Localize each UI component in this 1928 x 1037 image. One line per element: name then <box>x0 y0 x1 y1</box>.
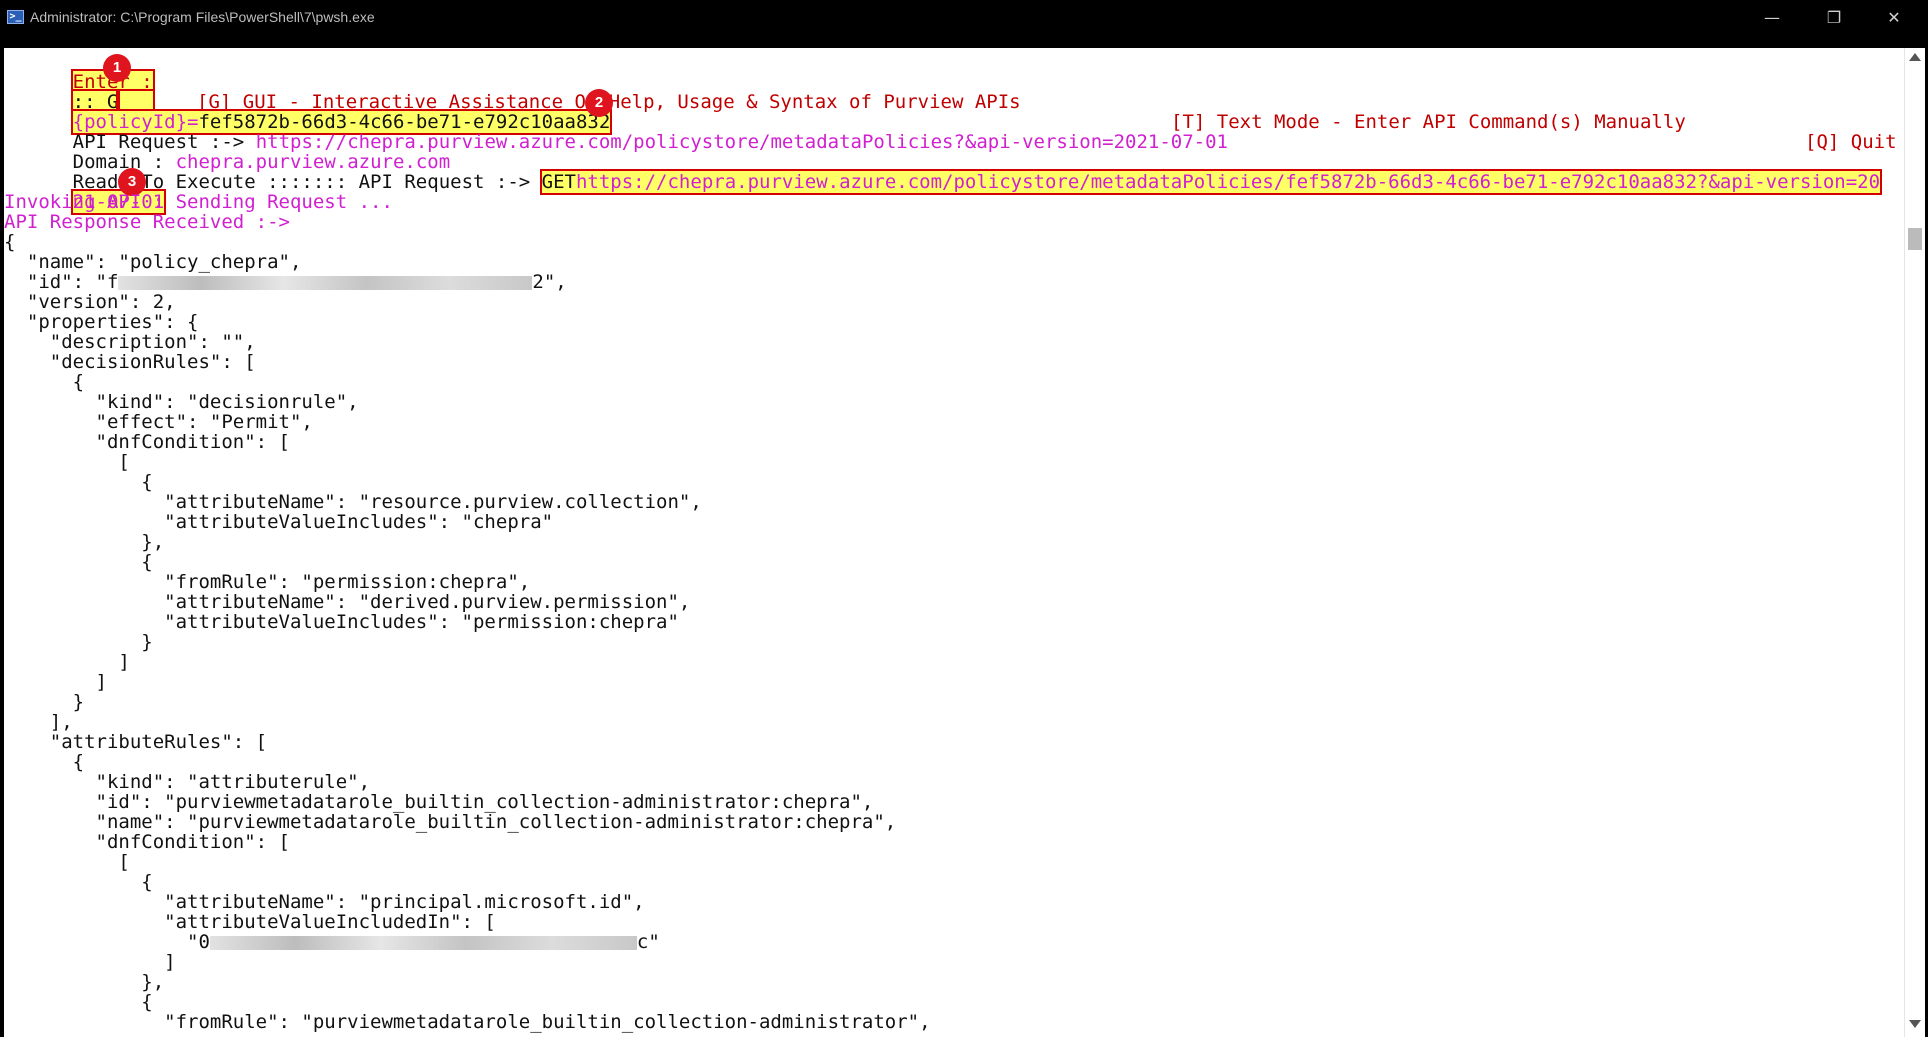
json-line: { <box>4 471 153 493</box>
json-line: "dnfCondition": [ <box>4 431 290 453</box>
json-line: ] <box>4 651 130 673</box>
json-line: ], <box>4 711 73 733</box>
json-line: "kind": "decisionrule", <box>4 391 359 413</box>
json-line: }, <box>4 531 165 553</box>
policy-param-line: {policyId}=fef5872b-66d3-4c66-be71-e792c… <box>4 92 613 135</box>
json-line: "attributeName": "principal.microsoft.id… <box>4 891 645 913</box>
json-line: "dnfCondition": [ <box>4 831 290 853</box>
json-line: "0 c" <box>4 932 660 952</box>
domain-line: Domain : chepra.purview.azure.com <box>4 132 451 172</box>
http-method: GET <box>541 171 576 193</box>
json-line: "effect": "Permit", <box>4 411 313 433</box>
response-line: API Response Received :-> <box>4 211 290 233</box>
terminal-output[interactable]: Enter : [G] GUI - Interactive Assistance… <box>4 48 1904 1037</box>
json-line: { <box>4 371 85 393</box>
invoking-line: Invoking API : Sending Request ... <box>4 191 393 213</box>
json-line: { <box>4 231 16 253</box>
json-line: { <box>4 751 85 773</box>
json-line: ] <box>4 671 107 693</box>
api-request-line: API Request :-> https://chepra.purview.a… <box>4 112 1228 152</box>
json-line: "kind": "attributerule", <box>4 771 371 793</box>
vertical-scrollbar[interactable] <box>1904 48 1925 1037</box>
json-principal-suffix: c" <box>636 931 660 953</box>
json-line: "description": "", <box>4 331 256 353</box>
json-line: "fromRule": "purviewmetadatarole_builtin… <box>4 1011 931 1033</box>
input-line: :: G <box>4 72 155 115</box>
json-line: "attributeValueIncludes": "permission:ch… <box>4 611 679 633</box>
json-id-prefix: "id": "f <box>4 271 119 293</box>
powershell-icon: >_ <box>7 10 24 24</box>
json-line: "attributeName": "derived.purview.permis… <box>4 591 691 613</box>
close-button[interactable]: ✕ <box>1866 0 1922 36</box>
json-line: ] <box>4 951 176 973</box>
callout-1: 1 <box>103 54 131 82</box>
final-url-part1: https://chepra.purview.azure.com/policys… <box>575 171 1881 193</box>
json-line: "id": "purviewmetadatarole_builtin_colle… <box>4 791 874 813</box>
json-line: "decisionRules": [ <box>4 351 256 373</box>
json-principal-prefix: "0 <box>4 931 210 953</box>
text-option: [T] Text Mode - Enter API Command(s) Man… <box>1171 111 1686 133</box>
json-line: { <box>4 551 153 573</box>
json-id-suffix: 2", <box>532 271 567 293</box>
json-line: { <box>4 871 153 893</box>
json-line: "name": "policy_chepra", <box>4 251 302 273</box>
ready-line: Ready To Execute ::::::: API Request :->… <box>4 152 1883 195</box>
restore-button[interactable]: ❐ <box>1806 0 1862 36</box>
scroll-up-arrow-icon[interactable] <box>1909 53 1921 61</box>
json-line: } <box>4 631 153 653</box>
quit-option: [Q] Quit <box>1805 131 1897 153</box>
window-title: Administrator: C:\Program Files\PowerShe… <box>30 9 375 25</box>
json-line: [ <box>4 851 130 873</box>
redacted-principal-id <box>209 935 637 950</box>
terminal-window: >_ Administrator: C:\Program Files\Power… <box>0 0 1928 1037</box>
json-line: }, <box>4 971 165 993</box>
json-line: "fromRule": "permission:chepra", <box>4 571 531 593</box>
json-line: } <box>4 691 85 713</box>
json-line: "version": 2, <box>4 291 176 313</box>
json-line: "attributeValueIncludes": "chepra" <box>4 511 554 533</box>
title-bar[interactable]: >_ Administrator: C:\Program Files\Power… <box>0 0 1928 36</box>
minimize-button[interactable]: — <box>1744 0 1800 36</box>
json-line: [ <box>4 451 130 473</box>
json-line: "attributeValueIncludedIn": [ <box>4 911 496 933</box>
scroll-down-arrow-icon[interactable] <box>1909 1020 1921 1028</box>
json-line: "properties": { <box>4 311 199 333</box>
json-line: { <box>4 991 153 1013</box>
json-line: "id": "f 2", <box>4 272 567 292</box>
redacted-id <box>118 275 533 290</box>
scroll-thumb[interactable] <box>1908 228 1922 250</box>
json-line: "attributeRules": [ <box>4 731 268 753</box>
json-line: "name": "purviewmetadatarole_builtin_col… <box>4 811 897 833</box>
json-line: "attributeName": "resource.purview.colle… <box>4 491 702 513</box>
